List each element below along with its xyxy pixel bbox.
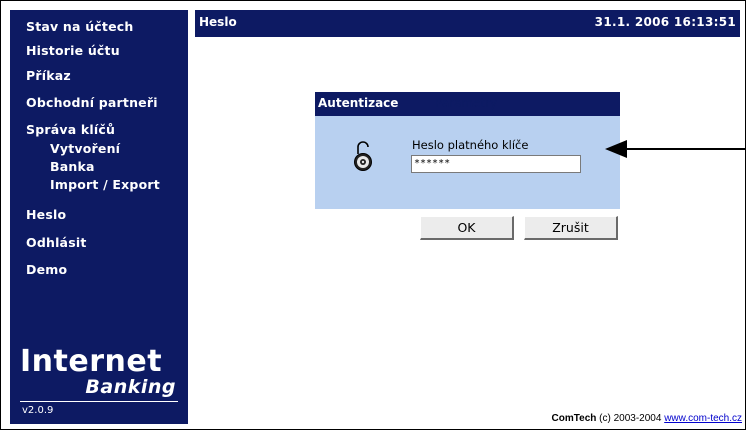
password-field[interactable]: ****** xyxy=(411,155,581,173)
sidebar-item-sprava-klicu[interactable]: Správa klíčů xyxy=(26,122,115,137)
header-bar: Heslo 31.1. 2006 16:13:51 xyxy=(195,10,740,37)
footer-copyright: (c) 2003-2004 xyxy=(596,413,665,424)
dialog-tab-bar: Autentizace Parametry xyxy=(315,92,620,116)
sidebar-item-odhlasit[interactable]: Odhlásit xyxy=(26,235,87,250)
footer-link[interactable]: www.com-tech.cz xyxy=(664,413,742,424)
logo-internet: Internet xyxy=(20,344,163,379)
sidebar-subitem-import-export[interactable]: Import / Export xyxy=(50,177,160,192)
sidebar-subitem-vytvoreni[interactable]: Vytvoření xyxy=(50,141,120,156)
cancel-button[interactable]: Zrušit xyxy=(524,216,618,240)
ok-button[interactable]: OK xyxy=(420,216,514,240)
footer-brand: ComTech xyxy=(551,413,597,424)
tab-parametry[interactable]: Parametry xyxy=(435,96,497,110)
sidebar-item-prikaz[interactable]: Příkaz xyxy=(26,68,71,83)
sidebar-item-demo[interactable]: Demo xyxy=(26,262,67,277)
sidebar: Stav na účtech Historie účtu Příkaz Obch… xyxy=(10,10,188,424)
sidebar-item-obchodni-partneri[interactable]: Obchodní partneři xyxy=(26,95,158,110)
password-label: Heslo platného klíče xyxy=(412,138,529,152)
lock-icon xyxy=(354,141,372,171)
sidebar-item-historie-uctu[interactable]: Historie účtu xyxy=(26,43,120,58)
version-label: v2.0.9 xyxy=(22,405,54,416)
sidebar-item-heslo[interactable]: Heslo xyxy=(26,207,66,222)
page-title: Heslo xyxy=(199,15,237,29)
sidebar-item-stav-na-uctech[interactable]: Stav na účtech xyxy=(26,19,133,34)
logo-divider xyxy=(20,401,178,402)
header-datetime: 31.1. 2006 16:13:51 xyxy=(594,15,736,29)
arrow-icon xyxy=(605,140,745,158)
footer: ComTech (c) 2003-2004 www.com-tech.cz xyxy=(552,413,742,424)
dialog-body: Heslo platného klíče ****** xyxy=(315,116,620,209)
sidebar-subitem-banka[interactable]: Banka xyxy=(50,159,95,174)
tab-autentizace[interactable]: Autentizace xyxy=(318,96,398,110)
logo-banking: Banking xyxy=(85,376,176,398)
